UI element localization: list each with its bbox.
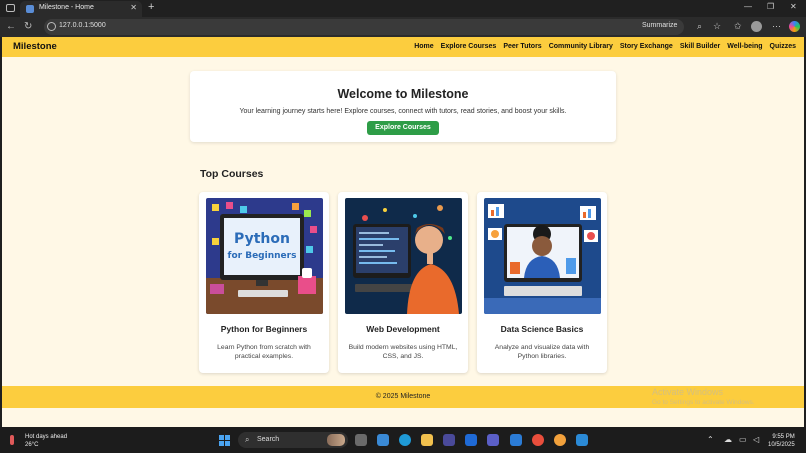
- activation-watermark: Activate Windows Go to Settings to activ…: [652, 387, 755, 406]
- top-courses-heading: Top Courses: [200, 168, 264, 180]
- page-viewport: Milestone Home Explore Courses Peer Tuto…: [2, 37, 804, 427]
- sidebar-toggle-icon[interactable]: [6, 4, 15, 12]
- nav-skill-builder[interactable]: Skill Builder: [680, 43, 720, 50]
- course-description: Learn Python from scratch with practical…: [217, 344, 311, 360]
- back-icon[interactable]: ←: [6, 21, 16, 32]
- nav-community-library[interactable]: Community Library: [549, 43, 613, 50]
- hero-title: Welcome to Milestone: [337, 87, 469, 101]
- course-card-data-science[interactable]: Data Science Basics Analyze and visualiz…: [477, 192, 607, 373]
- welcome-hero: Welcome to Milestone Your learning journ…: [190, 71, 616, 142]
- tab-favicon-icon: [26, 5, 34, 13]
- chrome-profile-icon[interactable]: [554, 434, 566, 446]
- course-title[interactable]: Web Development: [338, 324, 468, 334]
- nav-home[interactable]: Home: [414, 43, 433, 50]
- course-title[interactable]: Data Science Basics: [477, 324, 607, 334]
- copilot-icon[interactable]: [789, 21, 800, 32]
- windows-start-icon[interactable]: [219, 435, 230, 446]
- browser-tab[interactable]: Milestone - Home ✕: [20, 1, 142, 17]
- window-close-icon[interactable]: ✕: [790, 2, 797, 11]
- volume-icon[interactable]: ◁: [753, 435, 759, 444]
- course-card-web-dev[interactable]: Web Development Build modern websites us…: [338, 192, 468, 373]
- windows-taskbar: Hot days ahead 26°C ⌕ Search ⌃ ☁ ▭ ◁ 9:5…: [0, 427, 806, 453]
- weather-temp: 26°C: [25, 442, 39, 448]
- site-info-icon[interactable]: [47, 22, 56, 31]
- todo-icon[interactable]: [510, 434, 522, 446]
- widgets-icon[interactable]: [377, 434, 389, 446]
- course-card-python[interactable]: Python for Beginners Python for Beginner…: [199, 192, 329, 373]
- vscode-icon[interactable]: [576, 434, 588, 446]
- nav-peer-tutors[interactable]: Peer Tutors: [503, 43, 541, 50]
- course-title[interactable]: Python for Beginners: [199, 324, 329, 334]
- summarize-button[interactable]: Summarize: [642, 22, 677, 29]
- python-image-title: Python: [234, 231, 290, 247]
- python-image-subtitle: for Beginners: [228, 251, 297, 261]
- watermark-line1: Activate Windows: [652, 387, 724, 397]
- nav-story-exchange[interactable]: Story Exchange: [620, 43, 673, 50]
- hero-subtitle: Your learning journey starts here! Explo…: [239, 108, 567, 115]
- browser-tab-bar: Milestone - Home ✕ + — ❐ ✕: [0, 0, 806, 17]
- web-dev-course-image: [345, 198, 462, 314]
- search-highlight-icon: [327, 434, 345, 446]
- cloud-icon[interactable]: ☁: [724, 435, 732, 444]
- address-bar[interactable]: 127.0.0.1:5000 Summarize: [44, 19, 684, 35]
- more-menu-icon[interactable]: ⋯: [772, 21, 781, 32]
- refresh-icon[interactable]: ↻: [24, 21, 32, 32]
- store-icon[interactable]: [443, 434, 455, 446]
- edge-icon[interactable]: [399, 434, 411, 446]
- course-description: Build modern websites using HTML, CSS, a…: [348, 344, 458, 360]
- clock-date: 10/5/2025: [768, 442, 795, 448]
- nav-explore-courses[interactable]: Explore Courses: [441, 43, 497, 50]
- python-course-image: Python for Beginners: [206, 198, 323, 314]
- nav-well-being[interactable]: Well-being: [727, 43, 762, 50]
- taskbar-search[interactable]: ⌕ Search: [238, 432, 348, 448]
- profile-avatar[interactable]: [751, 21, 762, 32]
- address-toolbar: ← ↻ 127.0.0.1:5000 Summarize ⌕ ☆ ✩ ⋯: [0, 17, 806, 37]
- new-tab-icon[interactable]: +: [148, 1, 154, 13]
- favorite-star-icon[interactable]: ☆: [713, 21, 721, 32]
- search-icon: ⌕: [245, 435, 250, 444]
- weather-title: Hot days ahead: [25, 434, 68, 440]
- tray-chevron-icon[interactable]: ⌃: [707, 435, 714, 444]
- thermometer-icon: [10, 435, 14, 445]
- file-explorer-icon[interactable]: [421, 434, 433, 446]
- favorites-icon[interactable]: ✩: [734, 21, 742, 32]
- site-brand[interactable]: Milestone: [13, 41, 57, 52]
- teams-icon[interactable]: [487, 434, 499, 446]
- watermark-line2: Go to Settings to activate Windows.: [652, 399, 755, 406]
- maximize-icon[interactable]: ❐: [767, 2, 774, 11]
- course-description: Analyze and visualize data with Python l…: [494, 344, 590, 360]
- data-science-course-image: [484, 198, 601, 314]
- zoom-icon[interactable]: ⌕: [697, 21, 702, 32]
- clock-time: 9:55 PM: [772, 434, 795, 440]
- nav-quizzes[interactable]: Quizzes: [770, 43, 796, 50]
- search-placeholder: Search: [257, 436, 280, 443]
- url-text[interactable]: 127.0.0.1:5000: [59, 22, 106, 29]
- explore-courses-button[interactable]: Explore Courses: [367, 121, 439, 135]
- close-tab-icon[interactable]: ✕: [130, 3, 137, 12]
- outlook-icon[interactable]: [465, 434, 477, 446]
- nav-links: Home Explore Courses Peer Tutors Communi…: [414, 43, 796, 50]
- network-icon[interactable]: ▭: [739, 435, 747, 444]
- system-clock[interactable]: 9:55 PM 10/5/2025: [768, 433, 795, 449]
- chrome-icon[interactable]: [532, 434, 544, 446]
- minimize-icon[interactable]: —: [744, 2, 752, 11]
- site-navbar: Milestone Home Explore Courses Peer Tuto…: [2, 37, 804, 57]
- task-view-icon[interactable]: [355, 434, 367, 446]
- tab-title: Milestone - Home: [39, 4, 94, 11]
